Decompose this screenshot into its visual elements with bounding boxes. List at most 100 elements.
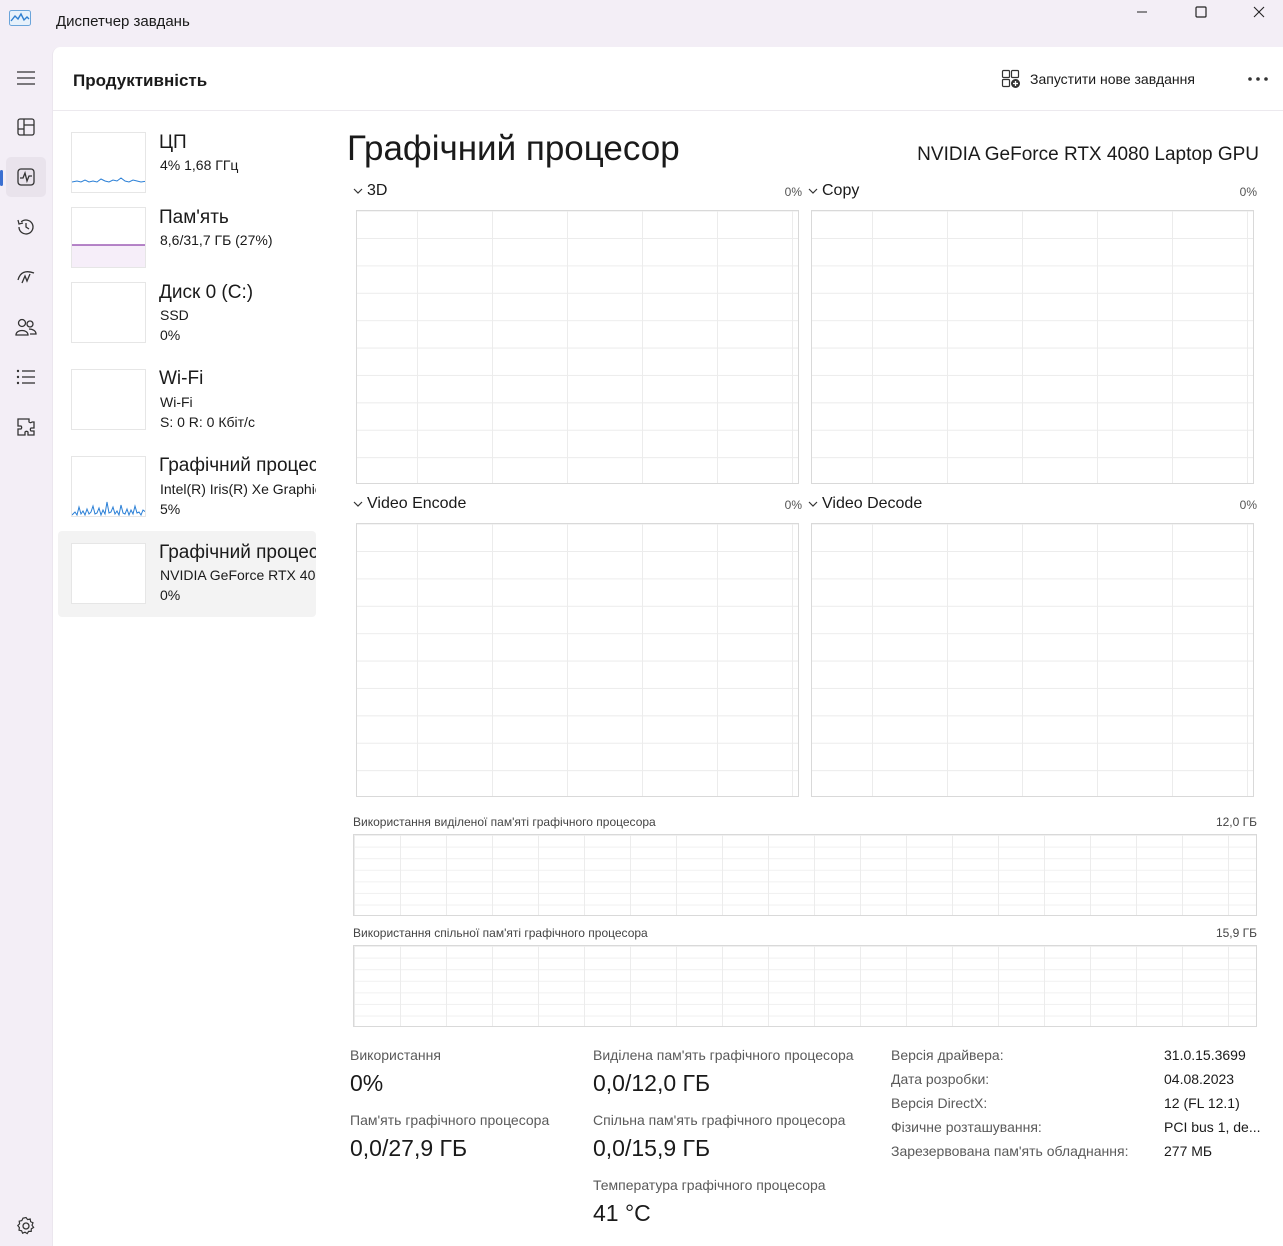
shared-memory-graph <box>353 945 1257 1027</box>
close-button[interactable] <box>1229 0 1283 24</box>
engine-graph-copy <box>811 210 1254 484</box>
wifi-thumbnail <box>71 369 146 430</box>
maximize-icon <box>1195 6 1207 18</box>
engine-percent: 0% <box>784 498 802 512</box>
nav-users[interactable] <box>6 307 46 347</box>
more-options-button[interactable] <box>1243 66 1273 92</box>
engine-graph-video-encode <box>356 523 799 797</box>
app-history-icon <box>17 219 34 235</box>
engine-label: 3D <box>367 182 388 199</box>
device-detail: 4% 1,68 ГГц <box>160 157 239 173</box>
nav-processes[interactable] <box>6 107 46 147</box>
gpu0-thumbnail <box>71 456 146 517</box>
engine-graph-video-decode <box>811 523 1254 797</box>
engine-label: Copy <box>822 182 860 199</box>
info-key-physical-location: Фізичне розташування: <box>891 1119 1042 1135</box>
gpu-memory-value: 0,0/27,9 ГБ <box>350 1135 468 1161</box>
device-name: ЦП <box>159 132 187 153</box>
more-icon <box>1248 77 1268 81</box>
device-detail: Wi-Fi <box>160 394 193 410</box>
gpu-memory-label: Пам'ять графічного процесора <box>350 1112 550 1128</box>
temperature-label: Температура графічного процесора <box>593 1177 826 1193</box>
engine-label: Video Encode <box>367 495 467 512</box>
header-divider <box>53 110 1283 111</box>
chevron-down-icon <box>353 501 363 507</box>
run-task-label: Запустити нове завдання <box>1030 71 1195 87</box>
utilization-value: 0% <box>350 1070 384 1096</box>
hamburger-menu-button[interactable] <box>6 58 46 98</box>
info-key-reserved-memory: Зарезервована пам'ять обладнання: <box>891 1143 1129 1159</box>
device-detail: NVIDIA GeForce RTX 4080 Laptop GPU <box>160 567 316 583</box>
engine-graph-3d <box>356 210 799 484</box>
processes-icon <box>17 118 35 136</box>
hamburger-icon <box>17 71 35 85</box>
performance-icon <box>17 168 35 186</box>
nav-startup-apps[interactable] <box>6 257 46 297</box>
services-icon <box>17 418 35 436</box>
nav-details[interactable] <box>6 357 46 397</box>
engine-label: Video Decode <box>822 495 923 512</box>
chevron-down-icon <box>808 501 818 507</box>
engine-selector-copy[interactable]: Copy <box>808 182 859 200</box>
device-name: Wi-Fi <box>159 368 204 389</box>
device-item-gpu1[interactable]: Графічний процесор 1 NVIDIA GeForce RTX … <box>58 531 316 617</box>
device-item-gpu0[interactable]: Графічний процесор 0 Intel(R) Iris(R) Xe… <box>58 449 316 535</box>
device-usage: 5% <box>160 501 181 517</box>
page-title: Продуктивність <box>73 71 208 90</box>
dedicated-memory-graph <box>353 834 1257 916</box>
memory-sparkline <box>72 244 145 267</box>
task-manager-logo-icon <box>9 10 31 26</box>
run-new-task-button[interactable]: Запустити нове завдання <box>1001 67 1195 91</box>
device-usage: 0% <box>160 327 181 343</box>
engine-percent: 0% <box>1239 498 1257 512</box>
gear-icon <box>16 1216 35 1235</box>
title-bar: Диспетчер завдань <box>0 0 1283 46</box>
info-value-reserved-memory: 277 МБ <box>1164 1143 1213 1159</box>
info-value-directx: 12 (FL 12.1) <box>1164 1095 1240 1111</box>
chevron-down-icon <box>353 188 363 194</box>
shared-memory-graph-label: Використання спільної пам'яті графічного… <box>353 926 648 940</box>
engine-percent: 0% <box>1239 185 1257 199</box>
nav-rail <box>0 46 52 1246</box>
info-key-driver-version: Версія драйвера: <box>891 1047 1004 1063</box>
app-title: Диспетчер завдань <box>56 13 190 30</box>
main-panel: Продуктивність Запустити нове завдання Ц… <box>52 47 1283 1246</box>
minimize-button[interactable] <box>1112 0 1172 24</box>
device-throughput: S: 0 R: 0 Кбіт/с <box>160 414 255 430</box>
engine-selector-video-decode[interactable]: Video Decode <box>808 495 922 513</box>
device-detail: SSD <box>160 307 189 323</box>
gpu1-thumbnail <box>71 543 146 604</box>
engine-selector-3d[interactable]: 3D <box>353 182 387 200</box>
nav-performance[interactable] <box>0 157 46 197</box>
settings-button[interactable] <box>6 1206 46 1246</box>
startup-apps-icon <box>17 271 35 284</box>
info-key-directx: Версія DirectX: <box>891 1095 988 1111</box>
cpu-thumbnail <box>71 132 146 193</box>
maximize-button[interactable] <box>1171 0 1231 24</box>
device-item-memory[interactable]: Пам'ять 8,6/31,7 ГБ (27%) <box>58 200 316 286</box>
memory-thumbnail <box>71 207 146 268</box>
device-name: Диск 0 (C:) <box>159 282 254 303</box>
gpu-model: NVIDIA GeForce RTX 4080 Laptop GPU <box>917 144 1259 165</box>
engine-percent: 0% <box>784 185 802 199</box>
temperature-value: 41 °C <box>593 1200 651 1226</box>
engine-selector-video-encode[interactable]: Video Encode <box>353 495 466 513</box>
close-icon <box>1253 6 1265 18</box>
info-value-driver-date: 04.08.2023 <box>1164 1071 1235 1087</box>
gpu-title: Графічний процесор <box>347 129 680 168</box>
nav-app-history[interactable] <box>6 207 46 247</box>
shared-memory-value: 0,0/15,9 ГБ <box>593 1135 711 1161</box>
dedicated-memory-label: Виділена пам'ять графічного процесора <box>593 1047 854 1063</box>
cpu-sparkline <box>72 177 145 183</box>
device-name: Пам'ять <box>159 207 229 228</box>
gpu0-sparkline <box>72 501 145 516</box>
disk-thumbnail <box>71 282 146 343</box>
device-item-cpu[interactable]: ЦП 4% 1,68 ГГц <box>58 125 316 211</box>
run-task-icon <box>1001 69 1020 88</box>
dedicated-memory-graph-label: Використання виділеної пам'яті графічног… <box>353 815 656 829</box>
info-value-driver-version: 31.0.15.3699 <box>1164 1047 1246 1063</box>
nav-services[interactable] <box>6 407 46 447</box>
device-item-disk[interactable]: Диск 0 (C:) SSD 0% <box>58 275 316 361</box>
users-icon <box>15 318 37 336</box>
device-item-wifi[interactable]: Wi-Fi Wi-Fi S: 0 R: 0 Кбіт/с <box>58 362 316 448</box>
